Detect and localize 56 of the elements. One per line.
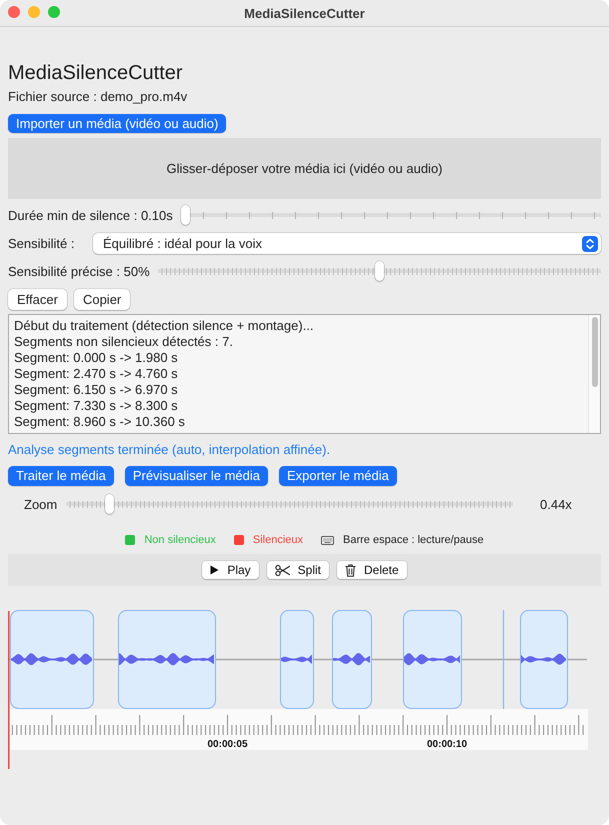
trash-icon [345,564,356,576]
waveform-drawing [333,653,370,666]
scrollbar-thumb[interactable] [592,317,598,387]
time-label: 00:00:10 [426,739,468,750]
drop-zone[interactable]: Glisser-déposer votre média ici (vidéo ou audio) [8,138,601,199]
log-line: Segment: 2.470 s -> 4.760 s [14,366,178,382]
log-line: Segment: 7.330 s -> 8.300 s [14,398,178,414]
log-line: Segments non silencieux détectés : 7. [14,334,233,350]
slider-label: Durée min de silence : 0.10s [8,208,173,222]
keyboard-icon [321,536,334,544]
export-button[interactable]: Exporter le média [279,466,397,486]
log-line: Segment: 6.150 s -> 6.970 s [14,382,178,398]
zoom-label: Zoom [24,496,58,512]
waveform-drawing [521,654,566,665]
log-line: Début du traitement (détection silence + montage)... [14,318,314,334]
source-file-label: Fichier source : demo_pro.m4v [8,89,188,105]
split-button[interactable]: Split [266,561,329,579]
app-title: MediaSilenceCutter [8,61,183,85]
slider-thumb[interactable] [180,205,190,225]
log-area[interactable] [8,314,601,434]
waveform-drawing [404,653,460,666]
sensitivity-popup[interactable]: Équilibré : idéal pour la voix [93,233,601,254]
minimize-icon[interactable] [28,6,40,18]
shortcut-hint: Barre espace : lecture/pause [343,534,484,546]
segment-block[interactable] [332,610,372,709]
slider-thumb[interactable] [374,261,384,281]
play-icon [210,565,220,575]
legend-label: Non silencieux [144,534,216,546]
segment-block[interactable] [280,610,314,709]
popup-label: Sensibilité : [8,236,76,251]
window-title: MediaSilenceCutter [244,6,365,20]
delete-button[interactable]: Delete [337,561,407,579]
slider-thumb[interactable] [105,494,114,514]
segment-block[interactable] [10,610,94,709]
import-button[interactable]: Importer un média (vidéo ou audio) [8,114,226,133]
scissors-icon [274,564,290,576]
maximize-icon[interactable] [48,6,60,18]
status-message: Analyse segments terminée (auto, interpolation affinée). [8,442,330,458]
copy-button[interactable]: Copier [74,289,130,310]
process-button[interactable]: Traiter le média [8,466,114,486]
play-button[interactable]: Play [202,561,259,579]
chevron-updown-icon [582,236,598,252]
playhead-line[interactable] [8,611,10,769]
close-icon[interactable] [8,6,20,18]
log-line: Segment: 8.960 s -> 10.360 s [14,414,185,430]
clear-button[interactable]: Effacer [8,289,67,310]
segment-block[interactable] [403,610,462,709]
slider-label: Sensibilité précise : 50% [8,264,150,278]
waveform-drawing [281,654,312,664]
segment-block[interactable] [118,610,216,709]
log-line: Segment: 0.000 s -> 1.980 s [14,350,178,366]
time-label: 00:00:05 [207,739,248,750]
legend-label: Silencieux [252,534,304,546]
segment-block[interactable] [520,610,568,709]
zoom-value: 0.44x [540,496,572,512]
preview-button[interactable]: Prévisualiser le média [124,466,268,486]
